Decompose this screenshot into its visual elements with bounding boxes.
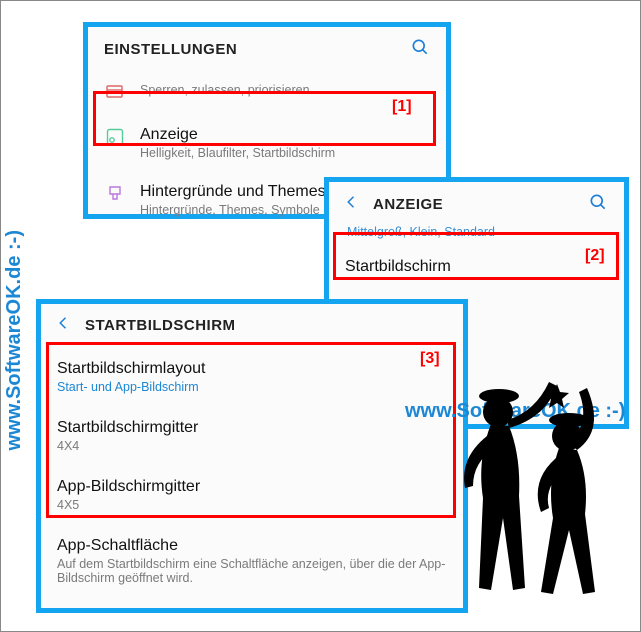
card-homescreen: STARTBILDSCHIRM Startbildschirmlayout St… xyxy=(36,299,468,613)
display-row-homescreen[interactable]: Startbildschirm xyxy=(329,241,624,292)
homescreen-row-appbutton[interactable]: App-Schaltfläche Auf dem Startbildschirm… xyxy=(41,522,463,595)
row-title: Startbildschirm xyxy=(345,258,608,276)
watermark-text: www.SoftwareOK.de :-) xyxy=(3,230,26,450)
settings-row-display[interactable]: Anzeige Helligkeit, Blaufilter, Startbil… xyxy=(88,113,446,172)
row-sub: Sperren, zulassen, priorisieren xyxy=(140,83,430,97)
settings-row-notifications[interactable]: Sperren, zulassen, priorisieren xyxy=(88,70,446,113)
page-title: EINSTELLUNGEN xyxy=(104,41,237,58)
homescreen-row-layout[interactable]: Startbildschirmlayout Start- und App-Bil… xyxy=(41,345,463,404)
row-sub: Helligkeit, Blaufilter, Startbildschirm xyxy=(140,146,430,160)
search-icon[interactable] xyxy=(410,37,430,62)
row-sub: 4X4 xyxy=(57,439,447,453)
row-sub: 4X5 xyxy=(57,498,447,512)
brush-icon xyxy=(104,183,126,205)
display-icon xyxy=(104,126,126,148)
card-header: ANZEIGE xyxy=(329,182,624,225)
row-title: App-Schaltfläche xyxy=(57,537,447,555)
list-icon xyxy=(104,81,126,103)
row-title: Startbildschirmlayout xyxy=(57,360,447,378)
homescreen-row-grid[interactable]: Startbildschirmgitter 4X4 xyxy=(41,404,463,463)
row-sub: Auf dem Startbildschirm eine Schaltfläch… xyxy=(57,557,447,585)
silhouette-image xyxy=(429,378,629,598)
row-title: Anzeige xyxy=(140,126,430,144)
row-title: Startbildschirmgitter xyxy=(57,419,447,437)
row-sub: Mittelgroß, Klein, Standard xyxy=(329,225,624,241)
card-header: EINSTELLUNGEN xyxy=(88,27,446,70)
row-sub: Start- und App-Bildschirm xyxy=(57,380,447,394)
card-header: STARTBILDSCHIRM xyxy=(41,304,463,345)
page-title: STARTBILDSCHIRM xyxy=(85,317,236,334)
back-icon[interactable] xyxy=(49,314,79,337)
search-icon[interactable] xyxy=(588,192,608,217)
homescreen-row-appgrid[interactable]: App-Bildschirmgitter 4X5 xyxy=(41,463,463,522)
page-title: ANZEIGE xyxy=(373,196,443,213)
back-icon[interactable] xyxy=(337,193,367,216)
row-title: App-Bildschirmgitter xyxy=(57,478,447,496)
